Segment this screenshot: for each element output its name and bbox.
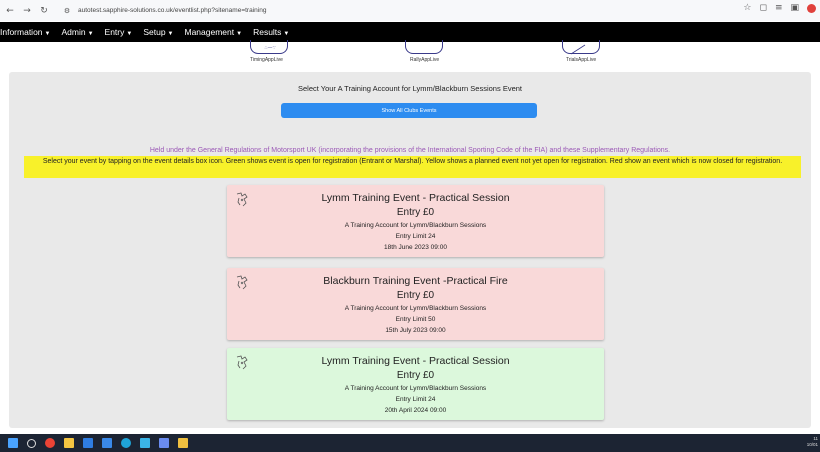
app-icon[interactable] [102, 438, 112, 448]
file-explorer-icon[interactable] [64, 438, 74, 448]
trials-app-glyph [570, 44, 586, 55]
page-title: Select Your A Training Account for Lymm/… [297, 84, 522, 93]
chrome-icon[interactable] [45, 438, 55, 448]
system-clock[interactable]: 11 10/01 [807, 436, 818, 448]
event-entry-limit: Entry Limit 24 [395, 396, 436, 403]
apps-strip: ∴—∵ TimingAppLive RallyAppLive TrialsApp… [0, 40, 820, 64]
event-date: 15th July 2023 09:00 [385, 327, 446, 334]
event-club: A Training Account for Lymm/Blackburn Se… [344, 222, 487, 229]
app-icon[interactable] [159, 438, 169, 448]
url-text: autotest.sapphire-solutions.co.uk/eventl… [78, 7, 267, 14]
instruction-banner: Select your event by tapping on the even… [24, 156, 801, 178]
timing-app-glyph: ∴—∵ [264, 45, 275, 51]
event-date: 20th April 2024 09:00 [384, 407, 447, 414]
main-menu: Information ▼ Admin ▼ Entry ▼ Setup ▼ Manage… [0, 22, 820, 42]
reload-icon[interactable]: ↻ [37, 4, 51, 18]
event-title: Lymm Training Event - Practical Session [321, 192, 510, 204]
menu-management[interactable]: Management ▼ [185, 27, 243, 37]
chevron-down-icon: ▼ [167, 31, 174, 37]
event-club: A Training Account for Lymm/Blackburn Se… [344, 385, 487, 392]
back-arrow-icon[interactable]: ← [3, 4, 17, 18]
event-entry-fee: Entry £0 [396, 290, 435, 301]
os-taskbar: 11 10/01 [0, 434, 820, 452]
chevron-down-icon: ▼ [126, 31, 133, 37]
event-entry-limit: Entry Limit 24 [395, 233, 436, 240]
menu-results[interactable]: Results ▼ [253, 27, 289, 37]
event-title: Blackburn Training Event -Practical Fire [323, 275, 508, 287]
event-title: Lymm Training Event - Practical Session [321, 355, 510, 367]
menu-entry[interactable]: Entry ▼ [105, 27, 133, 37]
menu-admin[interactable]: Admin ▼ [61, 27, 93, 37]
search-icon[interactable] [27, 438, 36, 448]
timing-app-icon[interactable]: ∴—∵ [250, 40, 288, 54]
clock-date: 10/01 [806, 442, 818, 447]
address-bar[interactable]: ⚙ autotest.sapphire-solutions.co.uk/even… [57, 3, 267, 18]
menu-information[interactable]: Information ▼ [0, 27, 50, 37]
chevron-down-icon: ▼ [87, 31, 94, 37]
timing-app-label: TimingAppLive [250, 57, 283, 63]
browser-toolbar: ← → ↻ ⚙ autotest.sapphire-solutions.co.u… [0, 0, 820, 21]
chevron-down-icon: ▼ [283, 31, 290, 37]
event-card[interactable]: Lymm Training Event - Practical Session … [227, 185, 604, 257]
event-card[interactable]: Lymm Training Event - Practical Session … [227, 348, 604, 420]
event-entry-fee: Entry £0 [396, 370, 435, 381]
app-icon[interactable] [178, 438, 188, 448]
event-card[interactable]: Blackburn Training Event -Practical Fire… [227, 268, 604, 340]
windows-start-icon[interactable] [8, 438, 18, 448]
event-date: 18th June 2023 09:00 [384, 244, 447, 251]
profile-avatar-icon[interactable] [807, 3, 816, 13]
rally-app-icon[interactable] [405, 40, 443, 54]
tab-search-icon[interactable]: ≡ [775, 3, 783, 13]
event-club: A Training Account for Lymm/Blackburn Se… [344, 305, 487, 312]
show-all-clubs-button[interactable]: Show All Clubs Events [281, 103, 537, 118]
trials-app-icon[interactable] [562, 40, 600, 55]
rally-app-label: RallyAppLive [410, 57, 440, 63]
svg-text:∴—∵: ∴—∵ [264, 45, 275, 51]
app-icon[interactable] [140, 438, 150, 448]
event-list-panel: Select Your A Training Account for Lymm/… [9, 72, 811, 428]
extensions-icon[interactable]: ◻ [759, 3, 766, 13]
bookmark-star-icon[interactable]: ☆ [743, 3, 751, 13]
event-entry-limit: Entry Limit 50 [395, 316, 436, 323]
app-icon[interactable] [83, 438, 93, 448]
chevron-down-icon: ▼ [236, 31, 243, 37]
edge-icon[interactable] [121, 438, 131, 448]
event-entry-fee: Entry £0 [396, 207, 435, 218]
side-panel-icon[interactable]: ▣ [790, 3, 799, 13]
regulations-text: Held under the General Regulations of Mo… [149, 147, 671, 154]
forward-arrow-icon[interactable]: → [20, 4, 34, 18]
menu-setup[interactable]: Setup ▼ [143, 27, 173, 37]
trials-app-label: TrialsAppLive [566, 57, 597, 63]
chevron-down-icon: ▼ [44, 31, 51, 37]
site-info-icon[interactable]: ⚙ [60, 4, 74, 18]
